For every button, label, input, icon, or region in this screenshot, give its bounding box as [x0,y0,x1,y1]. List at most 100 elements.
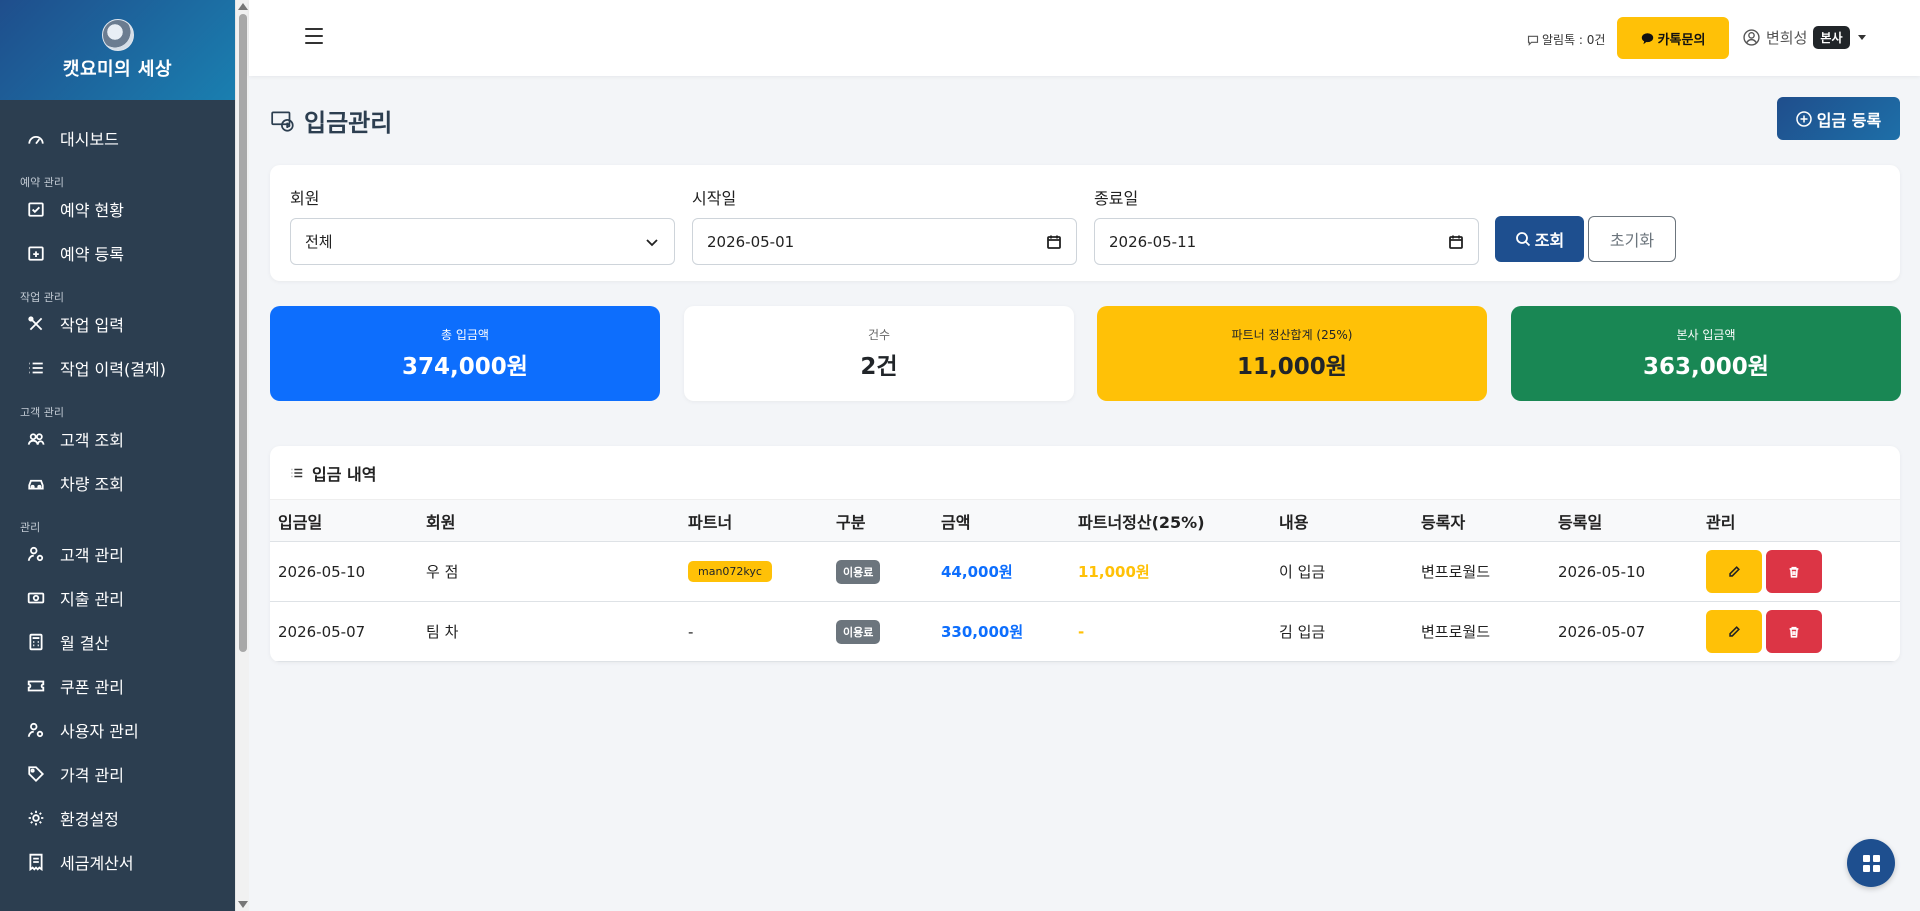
deposit-table-card: 입금 내역 입금일 회원 파트너 구분 금액 파트너정산(25%) 내용 등록자 등록일 관리 2… [270,446,1900,662]
filter-card: 회원 전체 시작일 2026-05-01 종료일 2026-05-11 조회 초… [270,165,1900,281]
grid-icon [1862,854,1880,872]
user-menu[interactable]: 변희성 본사 [1743,26,1866,49]
column-header: 등록자 [1421,512,1466,532]
amount-value: 44,000원 [941,563,1013,581]
scroll-down-arrow-icon[interactable] [238,901,248,908]
list-icon [26,358,46,378]
partner-cell: - [688,622,694,641]
sidebar-item-label: 대시보드 [60,130,119,149]
stat-hq-value: 363,000원 [1643,354,1769,380]
registrar-column-cell: 변프로월드 [1421,602,1490,661]
end-date-input[interactable]: 2026-05-11 [1094,218,1479,265]
stat-hq-deposit: 본사 입금액 363,000원 [1511,306,1901,401]
settle-column-cell: 11,000원 [1078,542,1150,601]
sidebar-item-label: 작업 이력(결제) [60,360,166,379]
sidebar-item[interactable]: 세금계산서 [0,840,235,884]
sidebar-item[interactable]: 환경설정 [0,796,235,840]
gear-icon [26,808,46,828]
content-column-cell: 이 입금 [1279,542,1325,601]
column-header: 파트너정산(25%) [1078,512,1205,532]
user-role-badge: 본사 [1813,26,1850,49]
cash-coin-icon [271,110,294,132]
sidebar-item[interactable]: 사용자 관리 [0,708,235,752]
stat-partner-value: 11,000원 [1237,354,1347,380]
sidebar-section-label: 작업 관리 [20,291,64,304]
sidebar-item[interactable]: 예약 등록 [0,231,235,275]
table-title: 입금 내역 [270,446,1900,500]
reg-date-cell: 2026-05-10 [1558,562,1646,581]
edit-button[interactable] [1706,550,1762,593]
sidebar-item[interactable]: 대시보드 [0,116,235,160]
calculator-icon [26,632,46,652]
sidebar-item[interactable]: 가격 관리 [0,752,235,796]
menu-toggle-icon[interactable] [305,28,323,44]
car-icon [26,473,46,493]
column-header: 등록일 [1558,512,1603,532]
member-select-value: 전체 [305,233,333,251]
table-row[interactable]: 2026-05-10 우 점 man072kyc 이용료 44,000원 11,000원 이… [270,542,1900,602]
type-column-cell: 이용료 [836,542,881,601]
start-date-filter: 시작일 2026-05-01 [692,185,1077,265]
sidebar-item[interactable]: 고객 관리 [0,532,235,576]
sidebar-item[interactable]: 작업 입력 [0,302,235,346]
scrollbar-thumb[interactable] [239,14,247,652]
sidebar-section-label: 관리 [20,521,41,534]
table-header-row: 입금일 회원 파트너 구분 금액 파트너정산(25%) 내용 등록자 등록일 관리 [270,500,1900,542]
type-badge: 이용료 [836,619,881,644]
sidebar-item[interactable]: 월 결산 [0,620,235,664]
brand[interactable]: 캣요미의 세상 [0,0,235,100]
start-date-input[interactable]: 2026-05-01 [692,218,1077,265]
register-deposit-button[interactable]: 입금 등록 [1777,97,1900,140]
sidebar-item[interactable]: 예약 현황 [0,187,235,231]
member-column-cell: 팀 차 [426,602,458,661]
stat-partner-settlement: 파트너 정산합계 (25%) 11,000원 [1097,306,1487,401]
calendar-plus-icon [26,243,46,263]
alimtalk-status: 알림톡 : 0건 [1527,31,1605,48]
tools-icon [26,314,46,334]
search-icon [1515,232,1530,247]
edit-button[interactable] [1706,610,1762,653]
stat-partner-label: 파트너 정산합계 (25%) [1231,328,1353,342]
delete-button[interactable] [1766,610,1822,653]
person-circle-icon [1743,29,1760,46]
sidebar-item[interactable]: 작업 이력(결제) [0,346,235,390]
sidebar-item[interactable]: 지출 관리 [0,576,235,620]
reg-date-column-cell: 2026-05-10 [1558,542,1645,601]
column-header: 금액 [941,512,971,532]
column-header: 파트너 [688,512,733,532]
calendar-icon[interactable] [1046,234,1062,250]
member-select[interactable]: 전체 [290,218,675,265]
stat-total-label: 총 입금액 [441,328,489,342]
member-filter-label: 회원 [290,189,320,208]
row-actions [1706,542,1826,601]
sidebar-item[interactable]: 쿠폰 관리 [0,664,235,708]
sidebar-item-label: 차량 조회 [60,475,124,494]
sidebar-item-label: 고객 관리 [60,546,124,565]
type-badge: 이용료 [836,559,881,584]
delete-button[interactable] [1766,550,1822,593]
scroll-up-arrow-icon[interactable] [238,3,248,10]
sidebar-section-label: 예약 관리 [20,176,64,189]
sidebar-item-label: 쿠폰 관리 [60,678,124,697]
settlement-value: 11,000원 [1078,563,1150,581]
table-row[interactable]: 2026-05-07 팀 차 - 이용료 330,000원 - 김 입금 변프로월드 2026-… [270,602,1900,662]
end-date-label: 종료일 [1094,189,1139,208]
sidebar-scrollbar[interactable] [235,0,249,911]
column-header: 관리 [1706,512,1736,532]
sidebar-item[interactable]: 차량 조회 [0,461,235,505]
sidebar-nav: 대시보드예약 관리 예약 현황 예약 등록작업 관리 작업 입력작업 이력(결제) 고객… [0,100,235,884]
chevron-down-icon [1857,35,1866,40]
date-column-cell: 2026-05-10 [278,542,365,601]
column-header: 내용 [1279,512,1309,532]
sidebar-item[interactable]: 고객 조회 [0,417,235,461]
calendar-icon[interactable] [1448,234,1464,250]
list-icon [291,468,303,477]
member-cell: 팀 차 [426,623,459,641]
amount-value: 330,000원 [941,623,1024,641]
apps-grid-button[interactable] [1847,839,1895,887]
search-button[interactable]: 조회 [1495,216,1584,262]
content-column-cell: 김 입금 [1279,602,1325,661]
page-title: 입금관리 [270,103,392,138]
reset-button[interactable]: 초기화 [1588,216,1676,262]
kakao-inquiry-button[interactable]: 카톡문의 [1617,17,1729,59]
